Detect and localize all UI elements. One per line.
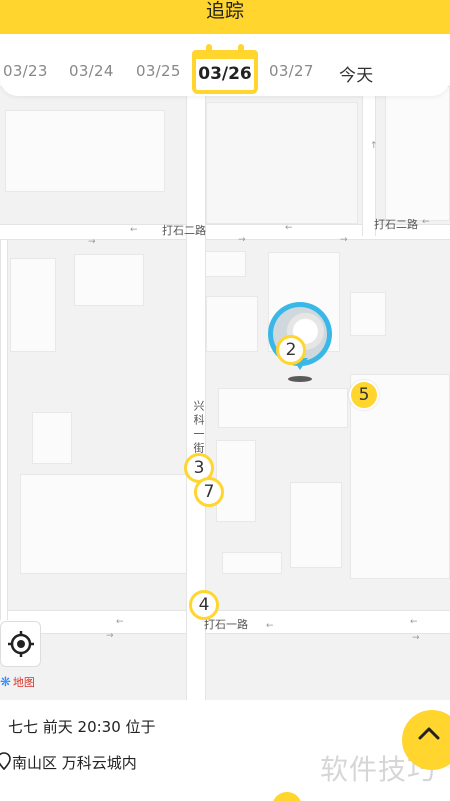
location-info-panel: 七七 前天 20:30 位于 南山区 万科云城内 软件技巧 [0,700,450,801]
track-point-marker[interactable]: 7 [194,477,224,507]
baidu-map-logo: ❋ 地图 [0,674,35,690]
date-tab[interactable]: 03/27 [269,62,314,80]
location-summary: 七七 前天 20:30 位于 [8,718,156,736]
map-block [350,292,386,336]
track-point-marker[interactable]: 5 [349,380,379,410]
map-block [32,412,72,464]
track-point-marker[interactable]: 2 [276,335,306,365]
map-block [216,440,256,522]
map-view[interactable]: 打石二路 打石二路 打石一路 兴科一街 → ← → ← → ← ↑ ← → ← … [0,86,450,700]
road-vertical-right [362,86,376,236]
page-title: 追踪 [205,0,244,22]
track-point-marker[interactable]: 4 [189,590,219,620]
map-block [218,388,348,428]
date-selector: 03/23 03/24 03/25 03/26 03/27 今天 [0,34,450,96]
date-tab-today[interactable]: 今天 [339,61,374,86]
map-block [20,474,188,574]
date-tab-selected[interactable]: 03/26 [192,40,258,94]
chevron-up-icon [418,727,440,740]
map-block [5,110,165,192]
map-block [222,552,282,574]
map-block [10,258,56,352]
map-block [290,482,342,568]
track-point-marker[interactable] [272,792,302,801]
date-tab[interactable]: 03/23 [3,62,48,80]
selected-date-label: 03/26 [198,64,252,84]
road-label: 打石二路 [162,224,206,237]
locate-target-icon [7,631,34,657]
map-block [206,296,258,352]
map-block [385,86,450,221]
map-block [74,254,144,306]
locate-button[interactable] [0,621,41,667]
header-bar: 追踪 [0,0,450,34]
map-block [200,251,246,277]
map-block [206,102,358,224]
paw-logo-icon: ❋ [0,674,11,690]
location-address: 南山区 万科云城内 [12,754,137,772]
road-label: 兴科一街 [192,400,205,456]
road-label: 打石二路 [374,218,418,231]
date-tab[interactable]: 03/24 [69,62,114,80]
road-vertical-left [0,240,8,620]
date-tab[interactable]: 03/25 [136,62,181,80]
location-pin-icon [0,752,11,770]
